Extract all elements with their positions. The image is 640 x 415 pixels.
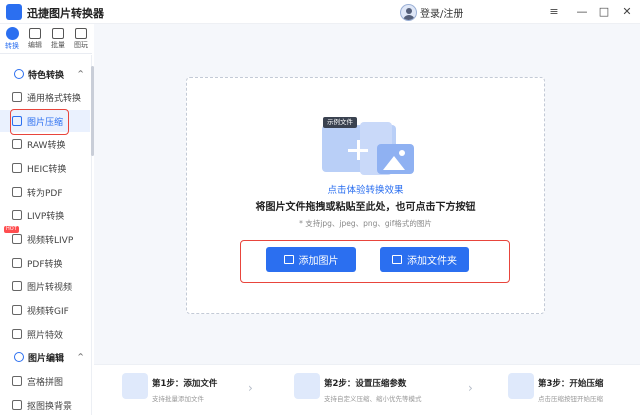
chevron-right-icon: ›: [468, 381, 473, 395]
step-desc: 支持批量添加文件: [152, 395, 204, 403]
minimize-button[interactable]: —: [574, 4, 590, 20]
sidebar-item-label: HEIC转换: [27, 164, 67, 175]
mode-tabs: 转换 编辑 批量 图玩: [0, 24, 92, 54]
supported-formats: * 支持jpg、jpeg、png、gif格式的图片: [299, 219, 432, 228]
sample-file-tag: 示例文件: [323, 117, 357, 128]
tab-label: 批量: [51, 41, 65, 49]
sidebar-item-raw[interactable]: RAW转换: [0, 133, 90, 155]
sidebar-item-label: 抠图换背景: [27, 401, 73, 412]
gif-icon: [12, 305, 22, 315]
tab-label: 转换: [5, 42, 19, 50]
sidebar-item-label: 照片特效: [27, 330, 64, 341]
app-title: 迅捷图片转换器: [27, 7, 104, 20]
sidebar-item-grid-puzzle[interactable]: 宫格拼图: [0, 370, 90, 392]
sidebar-item-video-livp[interactable]: HOT 视频转LIVP: [0, 226, 90, 250]
heic-icon: [12, 163, 22, 173]
image-icon: [377, 144, 414, 174]
tab-play[interactable]: 图玩: [70, 25, 92, 53]
pdf-icon: [12, 187, 22, 197]
sidebar-item-label: 图片转视频: [27, 282, 73, 293]
sidebar-item-label: LIVP转换: [27, 211, 65, 222]
sidebar-item-general-convert[interactable]: 通用格式转换: [0, 86, 90, 108]
tab-label: 图玩: [74, 41, 88, 49]
section-label: 特色转换: [28, 70, 65, 81]
grid-icon: [12, 376, 22, 386]
mountain-shape: [383, 156, 405, 170]
step-desc: 点击压缩按钮开始压缩: [538, 395, 603, 403]
sidebar-item-label: PDF转换: [27, 259, 63, 270]
step-title: 第2步：设置压缩参数: [324, 379, 407, 389]
edit-icon: [29, 28, 41, 39]
sidebar-item-image-to-video[interactable]: 图片转视频: [0, 275, 90, 297]
image-video-icon: [12, 281, 22, 291]
batch-icon: [52, 28, 64, 39]
steps-bar: [94, 364, 640, 415]
highlight-box-compress: [10, 109, 69, 135]
sidebar-item-heic[interactable]: HEIC转换: [0, 157, 90, 179]
add-file-icon: [122, 373, 148, 399]
chevron-up-icon: ^: [77, 352, 84, 361]
maximize-button[interactable]: □: [596, 4, 612, 20]
app-logo-icon: [6, 4, 22, 20]
compress-start-icon: [508, 373, 534, 399]
chevron-up-icon: ^: [77, 69, 84, 78]
pdf-convert-icon: [12, 258, 22, 268]
sidebar-item-pdf-convert[interactable]: PDF转换: [0, 252, 90, 274]
avatar-icon: [400, 3, 417, 21]
section-image-edit[interactable]: 图片编辑 ^: [0, 346, 92, 368]
menu-icon[interactable]: ≡: [546, 4, 562, 20]
sidebar-item-video-gif[interactable]: 视频转GIF: [0, 299, 90, 321]
highlight-box-buttons: [240, 240, 510, 283]
section-label: 图片编辑: [28, 353, 65, 364]
image-edit-icon: [14, 352, 24, 362]
tab-edit[interactable]: 编辑: [24, 25, 46, 53]
raw-icon: [12, 139, 22, 149]
title-bar: 迅捷图片转换器 登录/注册 ≡ — □ ✕: [0, 0, 640, 24]
tab-label: 编辑: [28, 41, 42, 49]
sidebar-item-label: 宫格拼图: [27, 377, 64, 388]
video-icon: [12, 234, 22, 244]
login-button[interactable]: 登录/注册: [400, 3, 463, 21]
sidebar-item-label: 视频转LIVP: [27, 235, 74, 246]
step-title: 第3步：开始压缩: [538, 379, 604, 389]
sidebar-item-cutout[interactable]: 抠图换背景: [0, 394, 90, 415]
step-desc: 支持自定义压缩、缩小优先等模式: [324, 395, 422, 403]
step-title: 第1步：添加文件: [152, 379, 218, 389]
login-label: 登录/注册: [420, 8, 464, 20]
livp-icon: [12, 210, 22, 220]
cutout-icon: [12, 400, 22, 410]
convert-icon: [5, 27, 19, 40]
drop-instruction: 将图片文件拖拽或粘贴至此处，也可点击下方按钮: [255, 202, 476, 213]
close-button[interactable]: ✕: [619, 4, 635, 20]
tab-batch[interactable]: 批量: [47, 25, 69, 53]
sidebar-item-label: 通用格式转换: [27, 93, 82, 104]
sidebar-item-to-pdf[interactable]: 转为PDF: [0, 181, 90, 203]
try-demo-link[interactable]: 点击体验转换效果: [186, 182, 545, 196]
chevron-right-icon: ›: [248, 381, 253, 395]
plus-icon: [348, 140, 368, 160]
format-icon: [12, 92, 22, 102]
sidebar-item-label: 视频转GIF: [27, 306, 69, 317]
play-icon: [75, 28, 87, 39]
section-feature-convert[interactable]: 特色转换 ^: [0, 63, 92, 85]
sidebar-item-photo-effects[interactable]: 照片特效: [0, 323, 90, 345]
sidebar-item-label: RAW转换: [27, 140, 66, 151]
app-window: 迅捷图片转换器 登录/注册 ≡ — □ ✕ 转换 编辑 批量 图玩 特色转换 ^…: [0, 0, 640, 415]
tab-convert[interactable]: 转换: [1, 25, 23, 53]
hot-badge: HOT: [4, 226, 19, 233]
sidebar-item-label: 转为PDF: [27, 188, 63, 199]
effects-icon: [12, 329, 22, 339]
settings-icon: [294, 373, 320, 399]
feature-convert-icon: [14, 69, 24, 79]
sidebar-item-livp[interactable]: LIVP转换: [0, 204, 90, 226]
